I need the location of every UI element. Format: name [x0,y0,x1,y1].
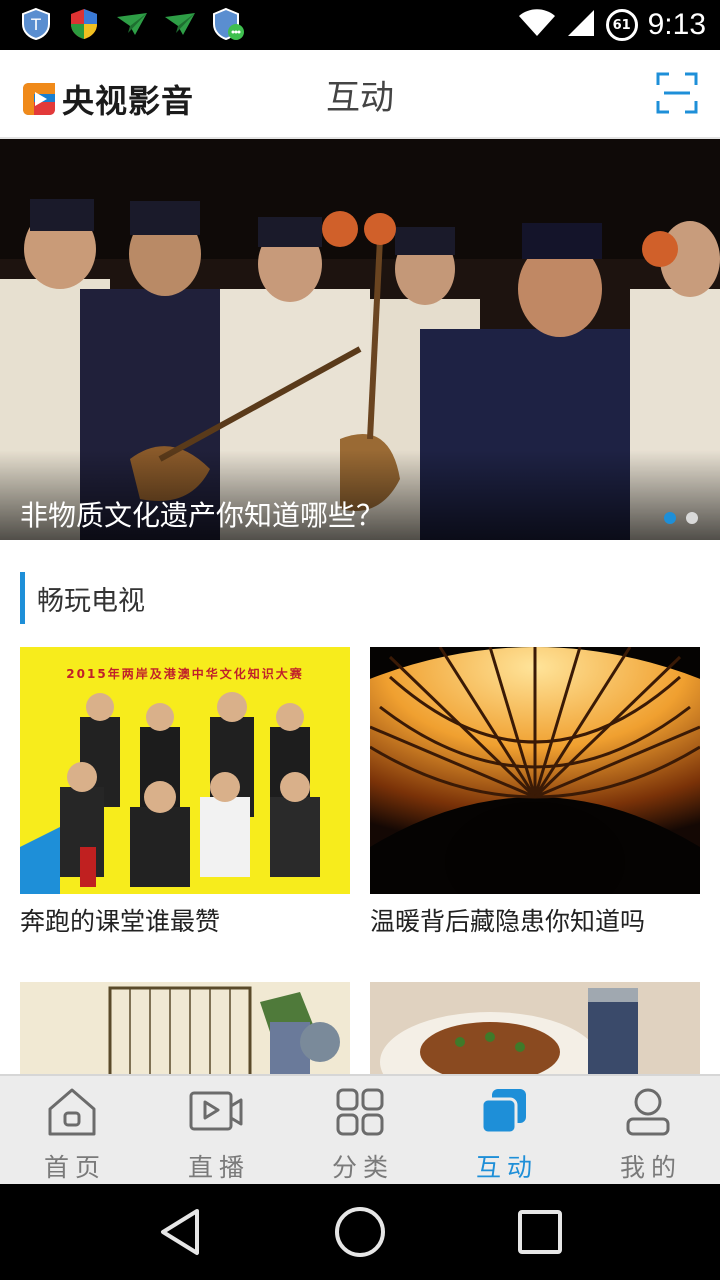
content-area: 畅玩电视 2015年两岸及港澳中华文化知识大赛 奔跑的课堂谁最赞 温暖背后藏隐患… [0,540,720,1074]
tab-interact[interactable]: 互动 [432,1076,576,1184]
card-title: 奔跑的课堂谁最赞 [20,907,221,936]
back-icon[interactable] [150,1202,210,1262]
app-bar: 央视影音 互动 [0,50,720,139]
content-card[interactable]: 温暖背后藏隐患你知道吗 [370,647,700,938]
tab-me[interactable]: 我的 [576,1076,720,1184]
wifi-icon [518,8,556,42]
pager-dot[interactable] [664,512,676,524]
home-circle-icon[interactable] [330,1202,390,1262]
bottom-tab-bar: 首页 直播 分类 互动 我的 [0,1074,720,1184]
scan-button[interactable] [656,72,698,114]
card-image [20,982,350,1074]
status-bar: T 61 9:13 [0,0,720,50]
interact-icon [476,1084,532,1140]
shield-icon: T [18,6,54,42]
shield-chat-icon [210,6,246,42]
content-card[interactable] [370,982,700,1074]
tab-label: 分类 [331,1153,394,1182]
card-title: 温暖背后藏隐患你知道吗 [370,907,646,936]
home-icon [44,1084,100,1140]
paper-plane-icon [162,6,198,42]
recents-icon[interactable] [510,1202,570,1262]
logo-text: 央视影音 [62,82,195,120]
section-accent-bar [20,572,25,624]
section-title: 畅玩电视 [37,585,145,617]
card-image [370,647,700,894]
section-header: 畅玩电视 [20,572,145,624]
logo-play-icon [23,83,55,115]
tab-label: 首页 [43,1153,106,1182]
scan-icon [656,72,698,114]
grid-icon [332,1084,388,1140]
tab-category[interactable]: 分类 [288,1076,432,1184]
shield-color-icon [66,6,102,42]
user-icon [620,1084,676,1140]
battery-icon: 61 [605,9,638,41]
tab-live[interactable]: 直播 [144,1076,288,1184]
content-card[interactable] [20,982,350,1074]
tab-label: 直播 [187,1153,250,1182]
card-image: 2015年两岸及港澳中华文化知识大赛 [20,647,350,894]
banner-caption: 非物质文化遗产你知道哪些？ [20,499,385,532]
card-image [370,982,700,1074]
system-nav-bar [0,1184,720,1280]
status-right: 61 9:13 [518,0,706,50]
signal-icon [566,8,596,42]
app-logo[interactable]: 央视影音 [22,76,194,122]
live-video-icon [188,1084,244,1140]
paper-plane-icon [114,6,150,42]
svg-text:T: T [30,15,41,34]
pager-dot[interactable] [686,512,698,524]
tab-label: 互动 [475,1153,538,1182]
tab-home[interactable]: 首页 [0,1076,144,1184]
content-card[interactable]: 2015年两岸及港澳中华文化知识大赛 奔跑的课堂谁最赞 [20,647,350,938]
tab-label: 我的 [619,1153,682,1182]
banner-pager [664,512,698,524]
notification-icons: T [18,6,246,42]
hero-banner[interactable]: 非物质文化遗产你知道哪些？ [0,139,720,540]
clock: 9:13 [647,8,706,41]
